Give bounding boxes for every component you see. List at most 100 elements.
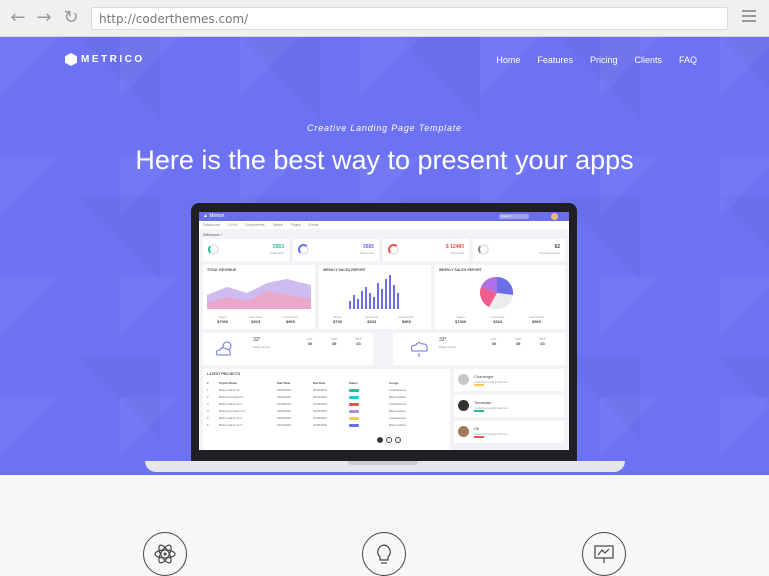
stat-card: $ 12480 Total profit [383,239,469,261]
mini-value: $965 [531,319,541,324]
nav-clients[interactable]: Clients [634,55,662,65]
weather-card: 33° Partly cloudy SAT 30 SUN 35 MON 33 [203,333,373,365]
user-card: Tomaslau coderthemes@gmail.com [454,395,564,417]
mini-value: $7000 [455,319,467,324]
mini-value: $965 [285,319,295,324]
nav-features[interactable]: Features [537,55,573,65]
browser-toolbar: ← → ↻ http://coderthemes.com/ [0,0,769,37]
atom-icon [143,532,187,576]
stat-label: Total users [359,251,374,255]
user-card: Ok coderthemes@gmail.com [454,421,564,443]
cloud-sun-icon [215,341,232,356]
cloud-rain-icon [411,342,428,357]
top-nav: Home Features Pricing Clients FAQ [496,55,697,65]
hero-section: METRICO Home Features Pricing Clients FA… [0,37,769,475]
dashboard-tab: Extras [308,223,319,227]
reload-icon[interactable]: ↻ [61,8,81,28]
weather-card: 33° Partly cloudy SAT 30 SUN 35 MON 33 [393,333,565,365]
mini-value: $523 [251,319,261,324]
laptop-base [145,461,625,472]
table-row: 1 Minton Admin v1 01/01/2016 26/04/2016 Code… [207,388,406,392]
chart-title: WEEKLY SALES REPORT [323,268,366,272]
bar-chart [349,275,399,309]
mini-value: $700 [333,319,342,324]
table-row: 3 Minton Admin v1.1 01/05/2016 10/05/2016 Co… [207,402,406,406]
carousel-dot[interactable] [386,437,392,443]
mini-value: $523 [367,319,377,324]
table-row: 2 Minton Frontend v1 01/01/2016 26/04/2016 M… [207,395,406,399]
stat-label: Pending orders [539,251,560,255]
chart-title: LATEST PROJECTS [207,372,241,376]
dashboard-tab: UI Kit [228,223,237,227]
nav-home[interactable]: Home [496,55,520,65]
page-title: Here is the best way to present your app… [135,145,634,175]
avatar [458,426,469,437]
dashboard-tab: Tables [272,223,283,227]
user-bar [474,436,484,438]
dashboard-tabs: Dashboard UI Kit Components Tables Pages… [199,221,569,229]
stat-label: Total profit [450,251,464,255]
carousel-dot[interactable] [395,437,401,443]
table-row: 6 Minton Admin v1.3 01/01/2016 31/05/2016 Mi… [207,423,406,427]
dashboard-welcome: Welcome ! [203,232,222,237]
weather-day-temp: 35 [515,341,521,346]
avatar [551,213,558,220]
progress-ring [478,244,489,255]
weather-day-temp: 33 [540,341,545,346]
weather-desc: Partly cloudy [439,345,457,349]
avatar [458,374,469,385]
weather-desc: Partly cloudy [253,345,271,349]
weather-day-temp: 30 [491,341,497,346]
dashboard-brand: ▲ Minton [203,213,225,219]
stat-value: 62 [554,244,560,250]
weather-day-temp: 35 [331,341,337,346]
arrow-right-icon[interactable]: → [34,8,54,28]
stat-label: Total sales [269,251,284,255]
weather-temp: 33° [439,337,447,343]
mini-value: $7000 [217,319,229,324]
dashboard-tab: Dashboard [203,223,221,227]
progress-ring [298,244,309,255]
user-name: Tomaslau [474,400,492,405]
presentation-icon [582,532,626,576]
weather-temp: 33° [253,337,261,343]
table-row: 4 Minton Frontend v1.1 01/01/2016 31/05/201… [207,409,406,413]
user-name: Ok [474,426,480,431]
brand-name: METRICO [81,54,145,65]
mini-value: $965 [401,319,411,324]
weekly-sales-card: WEEKLY SALES REPORT Target $700 Last week… [319,265,431,329]
hamburger-icon[interactable] [742,10,756,26]
revenue-chart-card: TOTAL REVENUE Target $7000 Last week $523 … [203,265,315,329]
table-row: 5 Minton Admin v1.3 01/01/2016 31/05/2016 Co… [207,416,406,420]
nav-pricing[interactable]: Pricing [590,55,618,65]
user-card: Chadengle coderthemes@gmail.com [454,369,564,391]
lightbulb-icon [362,532,406,576]
user-bar [474,384,484,386]
progress-ring [208,244,219,255]
carousel-dot[interactable] [377,437,383,443]
stat-value: 3685 [362,244,374,250]
dashboard-tab: Components [244,223,265,227]
address-bar[interactable]: http://coderthemes.com/ [91,7,728,30]
stat-card: 62 Pending orders [473,239,565,261]
hexagon-icon [65,53,77,66]
arrow-left-icon[interactable]: ← [8,8,28,28]
avatar [458,400,469,411]
dashboard-search: Search... [499,214,529,219]
dashboard-screenshot: ▲ Minton Search... Dashboard UI Kit Comp… [199,212,569,450]
area-chart [207,279,311,309]
user-bar [474,410,484,412]
projects-card: LATEST PROJECTS # Project Name Start Dat… [203,369,450,450]
stat-value: 2563 [272,244,284,250]
chart-title: WEEKLY SALES REPORT [439,268,482,272]
user-name: Chadengle [474,374,494,379]
site-logo[interactable]: METRICO [65,53,145,66]
progress-ring [388,244,399,255]
tagline: Creative Landing Page Template [307,123,462,133]
dashboard-tab: Pages [290,223,301,227]
stat-card: 3685 Total users [293,239,379,261]
nav-faq[interactable]: FAQ [679,55,697,65]
pie-chart [479,276,514,310]
weather-day-temp: 33 [356,341,361,346]
stat-value: $ 12480 [445,244,464,250]
